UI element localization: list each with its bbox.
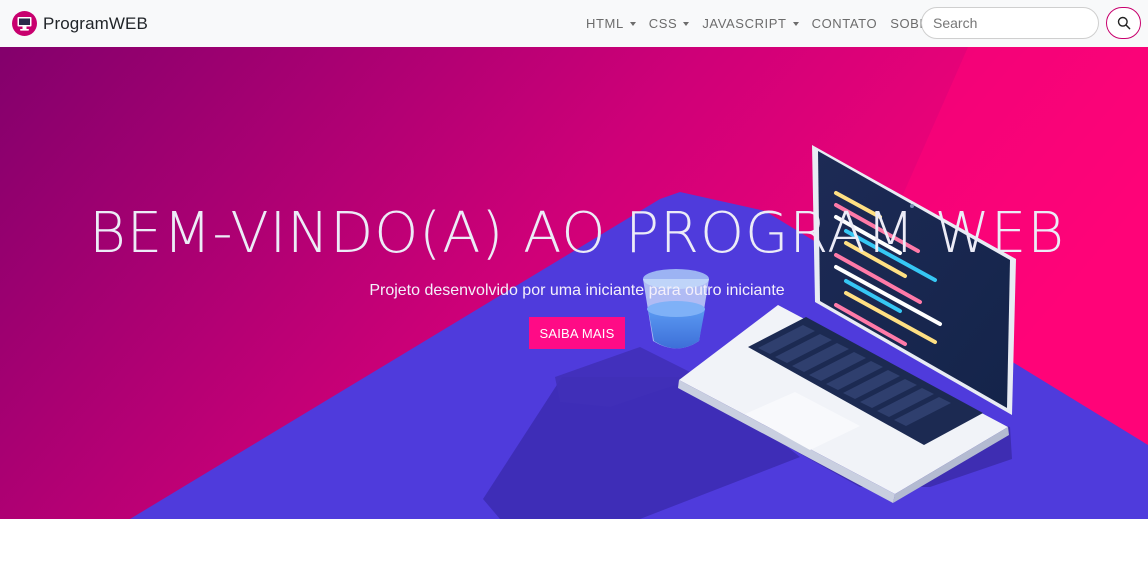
search-button[interactable] <box>1106 7 1141 39</box>
brand-link[interactable]: ProgramWEB <box>12 11 148 36</box>
hero-section: BEM-VINDO(A) AO PROGRAM WEB Projeto dese… <box>0 47 1148 519</box>
hero-subtitle: Projeto desenvolvido por uma iniciante p… <box>369 282 785 299</box>
hero-title: BEM-VINDO(A) AO PROGRAM WEB <box>89 201 1065 266</box>
main-nav: HTML CSS JAVASCRIPT CONTATO SOBRE <box>586 0 952 47</box>
search-input[interactable] <box>921 7 1099 39</box>
caret-down-icon <box>629 22 636 26</box>
nav-item-label: CONTATO <box>811 16 878 31</box>
nav-item-javascript[interactable]: JAVASCRIPT <box>702 16 799 31</box>
caret-down-icon <box>792 22 799 26</box>
nav-item-css[interactable]: CSS <box>649 16 690 31</box>
nav-item-label: JAVASCRIPT <box>702 16 787 31</box>
brand-name: ProgramWEB <box>43 13 148 33</box>
caret-down-icon <box>683 22 690 26</box>
nav-item-html[interactable]: HTML <box>586 16 636 31</box>
monitor-icon <box>12 11 37 36</box>
nav-item-contato[interactable]: CONTATO <box>812 16 878 31</box>
saiba-mais-button[interactable]: SAIBA MAIS <box>529 317 625 349</box>
nav-item-label: HTML <box>586 16 624 31</box>
navbar: ProgramWEB HTML CSS JAVASCRIPT CONTATO S… <box>0 0 1148 47</box>
nav-item-label: CSS <box>648 16 678 31</box>
search-icon <box>1117 16 1130 30</box>
